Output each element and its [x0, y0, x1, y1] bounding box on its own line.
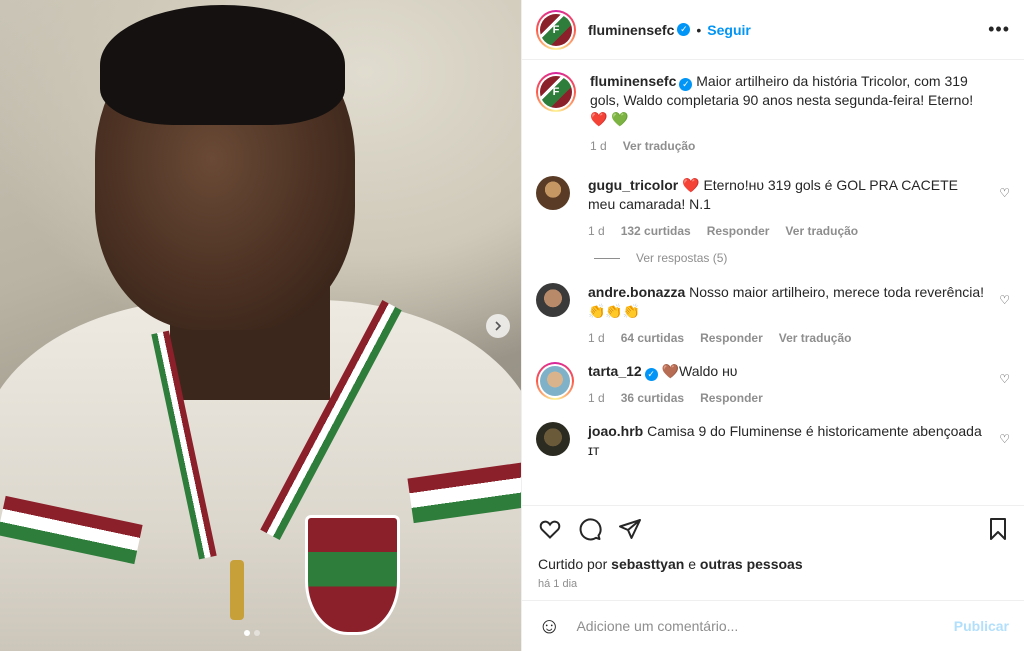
chevron-right-icon [495, 321, 502, 331]
liked-by-user[interactable]: sebasttyan [611, 556, 684, 572]
comment-age: 1 d [588, 331, 605, 345]
separator-dot: • [696, 21, 702, 38]
emoji-icon[interactable]: ☺ [538, 613, 560, 639]
comment-username[interactable]: gugu_tricolor [588, 177, 678, 193]
photo-crest [305, 515, 400, 635]
comment-likes[interactable]: 36 curtidas [621, 389, 684, 408]
liked-by: Curtido por sebasttyan e outras pessoas [538, 556, 1009, 572]
translate-link[interactable]: Ver tradução [779, 329, 852, 348]
reply-button[interactable]: Responder [700, 329, 763, 348]
publish-button[interactable]: Publicar [954, 618, 1009, 634]
comment-input[interactable]: Adicione um comentário... [576, 618, 738, 634]
carousel-dot [244, 630, 250, 636]
reply-button[interactable]: Responder [707, 222, 770, 241]
liked-by-prefix: Curtido por [538, 556, 608, 572]
comment-username[interactable]: tarta_12 [588, 363, 642, 379]
commenter-photo [540, 366, 570, 396]
liked-by-others[interactable]: outras pessoas [700, 556, 803, 572]
comment-age: 1 d [588, 391, 605, 405]
share-icon[interactable] [618, 517, 642, 541]
post-actions: Curtido por sebasttyan e outras pessoas … [522, 505, 1024, 590]
comment-item: joao.hrb Camisa 9 do Fluminense é histor… [536, 422, 1010, 460]
add-comment-bar: ☺ Adicione um comentário... Publicar [522, 600, 1024, 651]
like-comment-heart-icon[interactable]: ♡ [999, 432, 1010, 446]
fluminense-crest-icon: F [540, 76, 572, 108]
comment-text: 🤎Waldo ʜᴜ [661, 363, 738, 379]
post-media[interactable] [0, 0, 521, 651]
comment-item: tarta_12 ✓ 🤎Waldo ʜᴜ 1 d 36 curtidas Resp… [536, 362, 1010, 408]
like-comment-heart-icon[interactable]: ♡ [999, 372, 1010, 386]
comment-likes[interactable]: 132 curtidas [621, 222, 691, 241]
commenter-avatar[interactable] [536, 362, 574, 400]
comment-age: 1 d [588, 224, 605, 238]
author-avatar[interactable]: F [536, 9, 576, 50]
translate-link[interactable]: Ver tradução [785, 222, 858, 241]
view-replies-label[interactable]: Ver respostas (5) [636, 251, 727, 265]
comment-username[interactable]: joao.hrb [588, 423, 643, 439]
author-avatar[interactable]: F [536, 72, 576, 112]
view-replies[interactable]: Ver respostas (5) [594, 251, 1010, 265]
bookmark-icon[interactable] [987, 517, 1009, 541]
verified-icon: ✓ [677, 23, 691, 36]
liked-by-joiner: e [688, 556, 696, 572]
like-comment-heart-icon[interactable]: ♡ [999, 186, 1010, 200]
verified-icon: ✓ [644, 368, 658, 381]
fluminense-crest-icon: F [540, 13, 572, 46]
commenter-avatar[interactable] [536, 283, 570, 317]
more-options-button[interactable]: ••• [988, 19, 1010, 40]
heart-icon[interactable] [538, 517, 562, 541]
commenter-avatar[interactable] [536, 176, 570, 210]
carousel-indicator [244, 630, 260, 636]
comment-text: Camisa 9 do Fluminense é historicamente … [588, 423, 982, 458]
comment-icon[interactable] [578, 517, 602, 541]
comment-item: andre.bonazza Nosso maior artilheiro, me… [536, 283, 1010, 348]
caption-age: 1 d [590, 139, 607, 153]
comments-list[interactable]: F fluminensefc ✓ Maior artilheiro da hist… [522, 60, 1024, 490]
verified-icon: ✓ [679, 78, 693, 91]
comment-username[interactable]: andre.bonazza [588, 284, 685, 300]
post-timestamp[interactable]: há 1 dia [538, 578, 1009, 590]
author-username[interactable]: fluminensefc [588, 22, 674, 38]
replies-divider [594, 257, 620, 259]
carousel-next-button[interactable] [486, 314, 510, 338]
caption-username[interactable]: fluminensefc [590, 73, 676, 89]
comment-likes[interactable]: 64 curtidas [621, 329, 684, 348]
follow-button[interactable]: Seguir [707, 22, 751, 38]
reply-button[interactable]: Responder [700, 389, 763, 408]
like-comment-heart-icon[interactable]: ♡ [999, 293, 1010, 307]
post-panel: F fluminensefc ✓ • Seguir ••• F fluminen… [521, 0, 1024, 651]
commenter-avatar[interactable] [536, 422, 570, 456]
photo-pendant [230, 560, 244, 620]
comment-item: gugu_tricolor ❤️ Eterno!ʜᴜ 319 gols é GO… [536, 176, 1010, 241]
carousel-dot [254, 630, 260, 636]
caption: F fluminensefc ✓ Maior artilheiro da hist… [536, 72, 1010, 156]
photo-hair [100, 5, 345, 125]
post-header: F fluminensefc ✓ • Seguir ••• [522, 0, 1024, 60]
translate-link[interactable]: Ver tradução [623, 137, 696, 156]
